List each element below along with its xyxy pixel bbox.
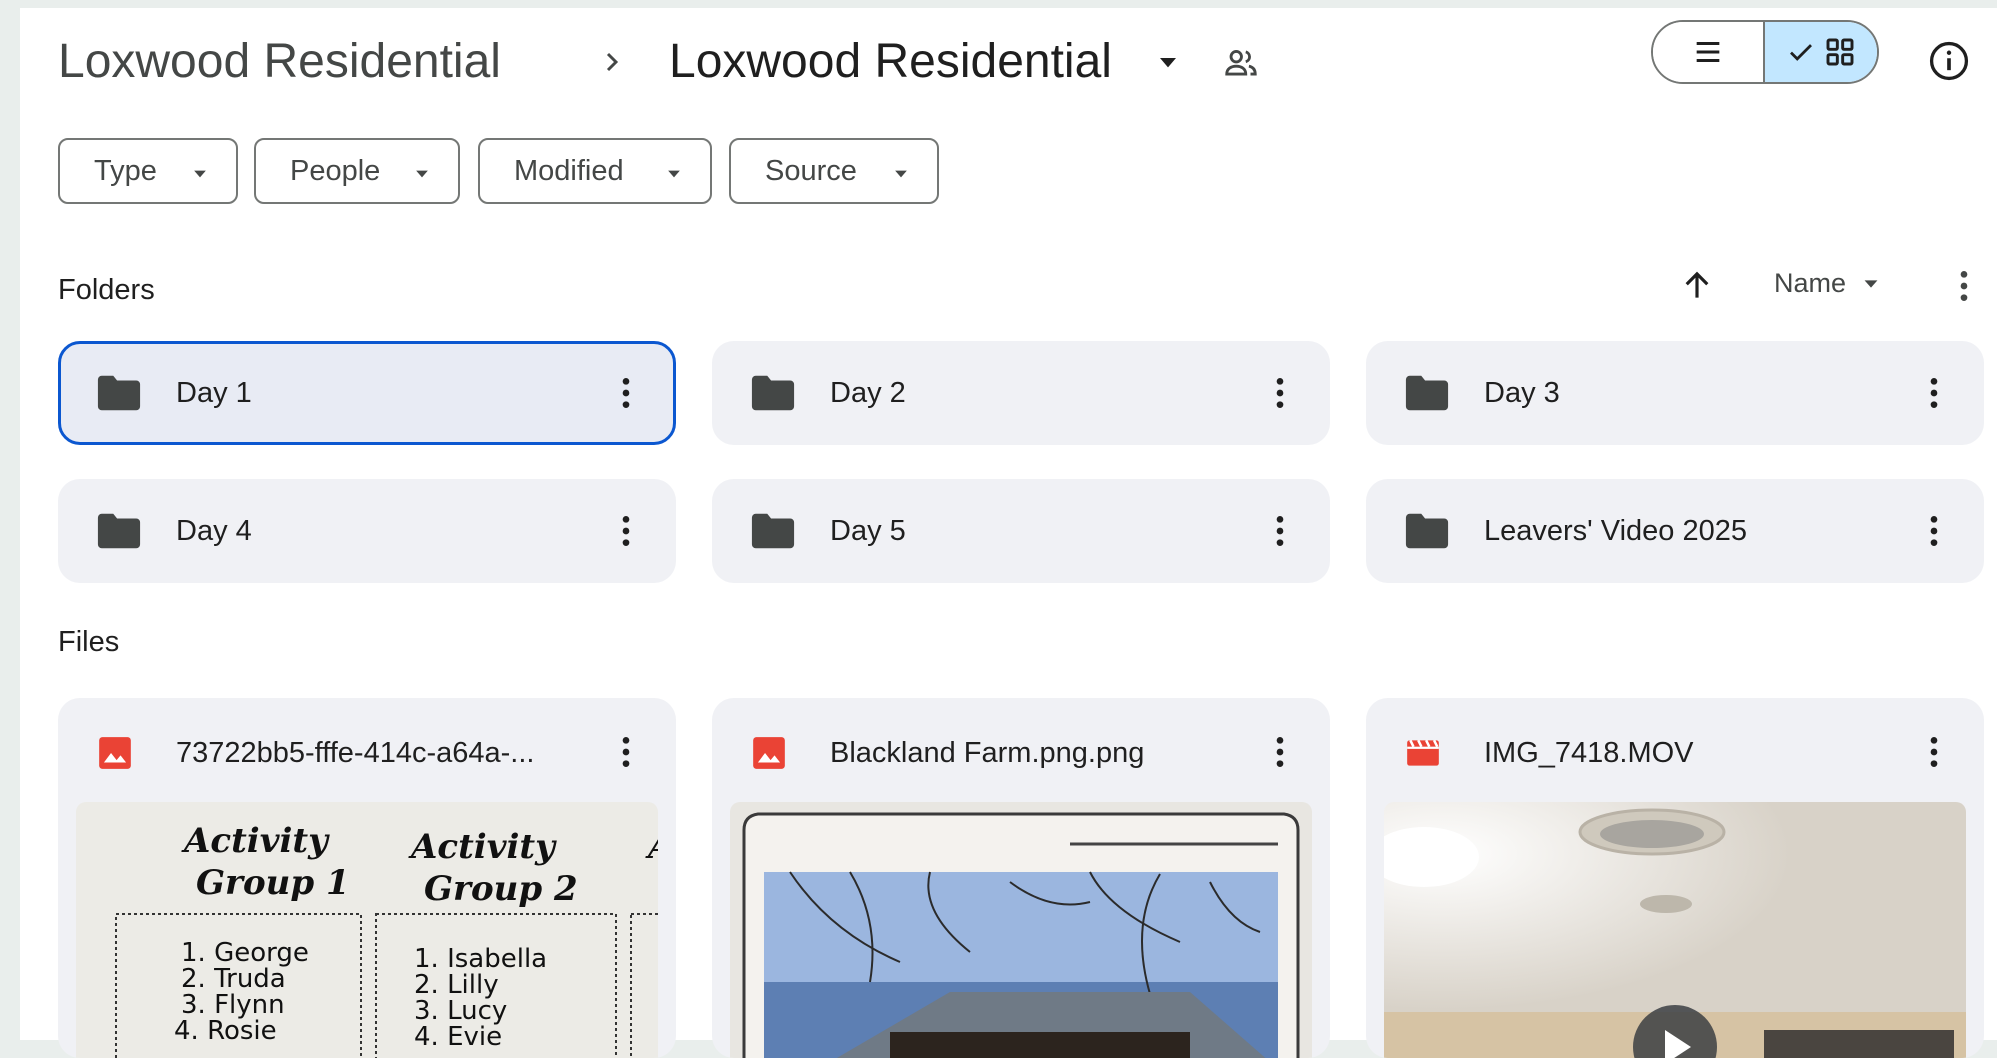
file-thumbnail	[730, 802, 1312, 1058]
thumb-heading: Group 1	[196, 863, 350, 903]
filter-people-chip[interactable]: People	[254, 138, 460, 204]
folder-name: Leavers' Video 2025	[1484, 515, 1747, 547]
filter-people-label: People	[290, 154, 381, 187]
list-view-button[interactable]	[1653, 22, 1765, 82]
file-card[interactable]: 73722bb5-fffe-414c-a64a-... Activity Gro…	[58, 698, 676, 1058]
filter-source-chip[interactable]: Source	[729, 138, 939, 204]
drive-folder-view: Loxwood Residential Loxwood Residential	[20, 8, 1997, 1058]
more-vert-icon[interactable]	[1944, 266, 1984, 306]
sort-by-button[interactable]: Name	[1774, 268, 1882, 299]
file-name: IMG_7418.MOV	[1484, 737, 1694, 769]
folder-name: Day 2	[830, 377, 906, 409]
chevron-right-icon	[606, 52, 619, 72]
caret-down-icon	[668, 170, 680, 178]
view-toggle	[1651, 20, 1879, 84]
folder-icon	[751, 375, 795, 411]
info-icon[interactable]	[1927, 39, 1971, 83]
filter-type-label: Type	[94, 154, 157, 187]
folders-heading: Folders	[58, 274, 155, 306]
video-icon	[1407, 739, 1439, 766]
folder-card[interactable]: Day 3	[1366, 341, 1984, 445]
folder-icon	[1405, 375, 1449, 411]
more-vert-icon[interactable]	[1914, 511, 1954, 551]
thumb-heading: Activity	[408, 827, 557, 867]
grid-icon	[1826, 38, 1854, 66]
folder-name: Day 3	[1484, 377, 1560, 409]
folder-card[interactable]: Day 1	[58, 341, 676, 445]
more-vert-icon[interactable]	[1260, 511, 1300, 551]
caret-down-icon	[895, 170, 907, 178]
image-icon	[99, 737, 131, 769]
file-thumbnail: Activity Group 1 Activity Group 2 A 1. G…	[76, 802, 658, 1058]
image-icon	[753, 737, 785, 769]
folder-name: Day 1	[176, 377, 252, 409]
thumb-item: 4. Evie	[414, 1022, 502, 1052]
filter-source-label: Source	[765, 154, 857, 187]
folder-card[interactable]: Day 4	[58, 479, 676, 583]
folder-icon	[97, 513, 141, 549]
more-vert-icon[interactable]	[1260, 732, 1300, 772]
more-vert-icon[interactable]	[1914, 732, 1954, 772]
folder-icon	[97, 375, 141, 411]
more-vert-icon[interactable]	[606, 373, 646, 413]
filter-modified-label: Modified	[514, 154, 624, 187]
file-card[interactable]: Blackland Farm.png.png	[712, 698, 1330, 1058]
list-icon	[1696, 41, 1720, 63]
more-vert-icon[interactable]	[1260, 373, 1300, 413]
folder-icon	[751, 513, 795, 549]
caret-down-icon	[194, 170, 206, 178]
files-heading: Files	[58, 626, 120, 658]
check-icon	[1790, 44, 1812, 61]
thumb-heading: Group 2	[424, 869, 578, 909]
more-vert-icon[interactable]	[1914, 373, 1954, 413]
thumb-heading: Activity	[181, 821, 330, 861]
file-thumbnail	[1384, 802, 1966, 1058]
caret-down-icon[interactable]	[1152, 46, 1184, 78]
folder-icon	[1405, 513, 1449, 549]
file-card[interactable]: IMG_7418.MOV	[1366, 698, 1984, 1058]
thumb-item: 4. Rosie	[174, 1016, 277, 1046]
grid-view-button[interactable]	[1765, 22, 1877, 82]
page-title[interactable]: Loxwood Residential	[669, 32, 1112, 92]
more-vert-icon[interactable]	[606, 732, 646, 772]
filter-type-chip[interactable]: Type	[58, 138, 238, 204]
filter-modified-chip[interactable]: Modified	[478, 138, 712, 204]
people-icon[interactable]	[1222, 44, 1260, 82]
folder-name: Day 4	[176, 515, 252, 547]
folder-name: Day 5	[830, 515, 906, 547]
breadcrumb-parent[interactable]: Loxwood Residential	[58, 32, 501, 92]
arrow-up-icon[interactable]	[1678, 266, 1716, 304]
folder-card[interactable]: Day 5	[712, 479, 1330, 583]
file-name: Blackland Farm.png.png	[830, 737, 1145, 769]
sort-field-label: Name	[1774, 268, 1847, 298]
caret-down-icon	[1864, 279, 1878, 288]
file-name: 73722bb5-fffe-414c-a64a-...	[176, 737, 535, 769]
more-vert-icon[interactable]	[606, 511, 646, 551]
caret-down-icon	[416, 170, 428, 178]
folder-card[interactable]: Day 2	[712, 341, 1330, 445]
folder-card[interactable]: Leavers' Video 2025	[1366, 479, 1984, 583]
